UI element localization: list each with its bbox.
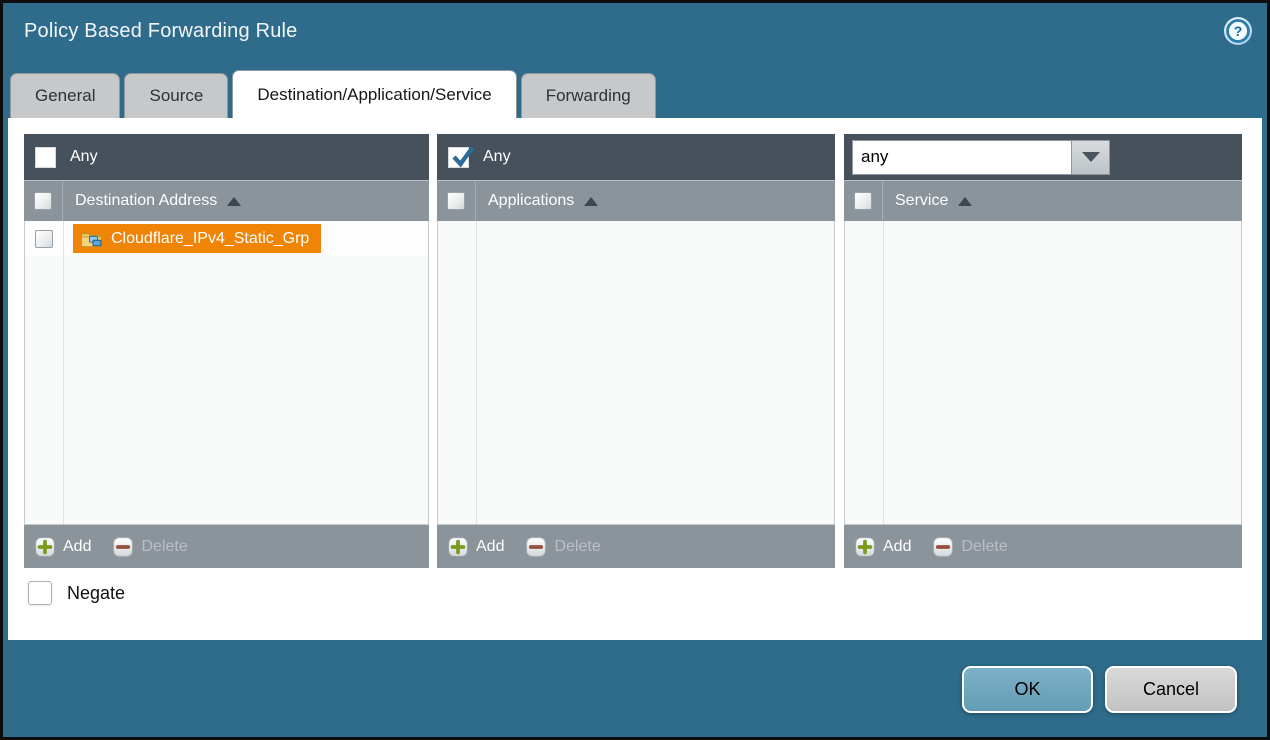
tab-forwarding[interactable]: Forwarding [521,73,656,118]
destination-any-checkbox[interactable] [35,147,56,168]
row-gutter [25,221,64,256]
gutter-divider [883,221,884,524]
chevron-down-icon [1082,152,1100,162]
add-button[interactable]: Add [855,537,911,557]
table-row[interactable]: Cloudflare_IPv4_Static_Grp [25,221,428,256]
destination-any-label: Any [70,148,98,166]
applications-header-gutter [437,181,476,221]
service-panel: any Service [844,134,1242,568]
minus-icon [113,537,133,557]
service-list [844,221,1242,524]
add-label: Add [883,538,911,556]
service-dropdown-value[interactable]: any [852,140,1072,175]
ok-button[interactable]: OK [962,666,1093,713]
delete-button[interactable]: Delete [113,537,187,557]
negate-label: Negate [67,583,125,604]
destination-any-bar: Any [24,134,429,180]
destination-address-panel: Any Destination Address [24,134,429,568]
applications-list [437,221,835,524]
delete-label: Delete [961,538,1007,556]
question-mark-glyph: ? [1234,23,1243,39]
add-button[interactable]: Add [35,537,91,557]
destination-select-all-checkbox[interactable] [34,192,52,210]
add-button[interactable]: Add [448,537,504,557]
applications-panel: Any Applications [437,134,835,568]
address-group-name: Cloudflare_IPv4_Static_Grp [111,230,309,248]
applications-select-all-checkbox[interactable] [447,192,465,210]
delete-label: Delete [141,538,187,556]
delete-button[interactable]: Delete [526,537,600,557]
destination-footer: Add Delete [24,524,429,568]
destination-header-row: Destination Address [24,180,429,221]
plus-icon [448,537,468,557]
gutter-divider [63,221,64,524]
cancel-button[interactable]: Cancel [1105,666,1237,713]
plus-icon [855,537,875,557]
help-icon[interactable]: ? [1222,15,1254,47]
sort-ascending-icon [227,197,241,206]
service-select-all-checkbox[interactable] [854,192,872,210]
address-group-icon [80,229,103,248]
service-footer: Add Delete [844,524,1242,568]
minus-icon [526,537,546,557]
tab-source[interactable]: Source [124,73,228,118]
selected-address-group-chip[interactable]: Cloudflare_IPv4_Static_Grp [73,224,321,253]
dialog-title: Policy Based Forwarding Rule [24,20,298,43]
destination-header-gutter [24,181,63,221]
applications-any-bar: Any [437,134,835,180]
add-label: Add [476,538,504,556]
row-checkbox[interactable] [35,230,53,248]
applications-header-row: Applications [437,180,835,221]
applications-column-header[interactable]: Applications [488,192,574,210]
gutter-divider [476,221,477,524]
policy-based-forwarding-rule-dialog: Policy Based Forwarding Rule ? General S… [0,0,1270,740]
tab-content-area: Any Destination Address [8,118,1262,640]
applications-any-label: Any [483,148,511,166]
sort-ascending-icon [958,197,972,206]
applications-any-checkbox[interactable] [448,147,469,168]
service-column-header[interactable]: Service [895,192,948,210]
negate-option: Negate [28,581,125,605]
destination-list: Cloudflare_IPv4_Static_Grp [24,221,429,524]
delete-label: Delete [554,538,600,556]
service-dropdown-bar: any [844,134,1242,180]
service-header-row: Service [844,180,1242,221]
tab-destination-application-service[interactable]: Destination/Application/Service [232,70,516,118]
service-dropdown-button[interactable] [1072,140,1110,175]
add-label: Add [63,538,91,556]
service-header-gutter [844,181,883,221]
applications-footer: Add Delete [437,524,835,568]
destination-column-header[interactable]: Destination Address [75,192,217,210]
negate-checkbox[interactable] [28,581,52,605]
sort-ascending-icon [584,197,598,206]
tab-general[interactable]: General [10,73,120,118]
minus-icon [933,537,953,557]
plus-icon [35,537,55,557]
delete-button[interactable]: Delete [933,537,1007,557]
service-dropdown[interactable]: any [852,140,1110,175]
tab-bar: General Source Destination/Application/S… [10,70,656,118]
